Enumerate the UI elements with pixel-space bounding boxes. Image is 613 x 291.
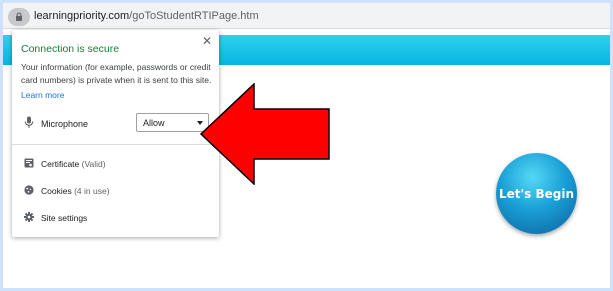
popup-description: Your information (for example, passwords… bbox=[21, 62, 212, 85]
microphone-icon bbox=[24, 116, 34, 128]
lets-begin-label: Let's Begin bbox=[498, 186, 575, 201]
learn-more-link[interactable]: Learn more bbox=[21, 90, 64, 100]
certificate-item[interactable]: Certificate (Valid) bbox=[41, 159, 106, 169]
cookies-detail: (4 in use) bbox=[74, 186, 110, 196]
close-icon[interactable]: ✕ bbox=[202, 35, 212, 47]
lock-icon bbox=[16, 12, 22, 21]
microphone-label: Microphone bbox=[41, 119, 89, 129]
microphone-permission-value: Allow bbox=[143, 118, 165, 128]
url-text[interactable]: learningpriority.com/goToStudentRTIPage.… bbox=[34, 10, 259, 22]
site-settings-label: Site settings bbox=[41, 213, 88, 223]
lets-begin-button[interactable]: Let's Begin bbox=[496, 153, 577, 234]
popup-title: Connection is secure bbox=[21, 43, 120, 55]
popup-divider bbox=[12, 144, 219, 145]
certificate-label: Certificate bbox=[41, 159, 80, 169]
certificate-icon bbox=[24, 158, 34, 168]
url-path: /goToStudentRTIPage.htm bbox=[129, 10, 259, 22]
url-host: learningpriority.com bbox=[34, 10, 130, 22]
cookie-icon bbox=[24, 185, 34, 195]
site-info-button[interactable] bbox=[8, 8, 30, 26]
red-arrow-annotation bbox=[199, 83, 330, 185]
certificate-detail: (Valid) bbox=[81, 159, 106, 169]
cookies-item[interactable]: Cookies (4 in use) bbox=[41, 186, 110, 196]
address-bar: learningpriority.com/goToStudentRTIPage.… bbox=[3, 3, 610, 29]
site-settings-item[interactable]: Site settings bbox=[41, 213, 87, 223]
gear-icon bbox=[24, 212, 34, 222]
site-info-popup: ✕ Connection is secure Your information … bbox=[12, 30, 219, 237]
cookies-label: Cookies bbox=[41, 186, 72, 196]
browser-window: learningpriority.com/goToStudentRTIPage.… bbox=[3, 3, 610, 288]
